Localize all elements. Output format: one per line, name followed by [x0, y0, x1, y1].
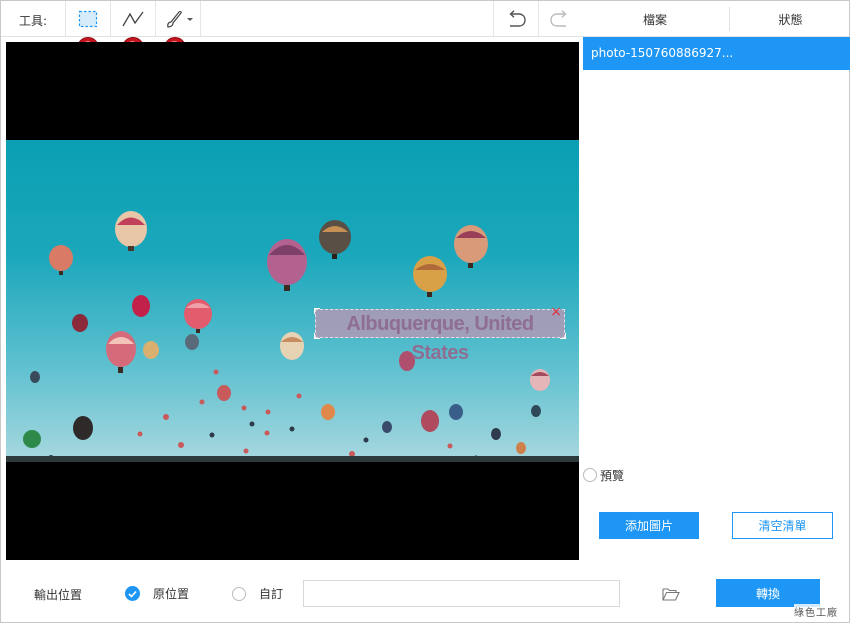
image-canvas[interactable]: Albuquerque, United States × — [6, 42, 579, 560]
output-path-input[interactable] — [303, 580, 620, 607]
redo-icon — [550, 10, 567, 27]
polyline-tool[interactable] — [110, 1, 155, 37]
tab-files[interactable]: 檔案 — [581, 1, 729, 37]
output-bar: 輸出位置 原位置 自訂 轉換 — [1, 566, 850, 623]
chevron-down-icon — [187, 18, 193, 21]
file-list: photo-150760886927... — [583, 37, 850, 457]
brush-icon — [167, 10, 193, 28]
browse-folder-button[interactable] — [660, 583, 682, 603]
custom-radio[interactable] — [232, 586, 246, 601]
option-original-label: 原位置 — [153, 587, 190, 601]
option-custom-location[interactable]: 自訂 — [232, 585, 283, 602]
rectangle-select-tool[interactable] — [65, 1, 110, 37]
option-custom-label: 自訂 — [259, 587, 284, 601]
resize-handle[interactable] — [314, 308, 320, 314]
undo-icon — [509, 10, 526, 27]
panel-tabs: 檔案 狀態 — [581, 1, 850, 37]
toolbar: 工具: — [1, 1, 581, 37]
watermark-text: Albuquerque, United States — [346, 313, 534, 364]
preview-label: 預覽 — [600, 468, 625, 483]
watermark-text-box[interactable]: Albuquerque, United States × — [314, 305, 566, 364]
tools-label: 工具: — [19, 14, 48, 28]
preview-toggle[interactable]: 預覽 — [583, 466, 624, 484]
brush-tool[interactable] — [155, 1, 201, 37]
convert-button[interactable]: 轉換 — [716, 579, 820, 607]
polyline-icon — [122, 11, 144, 27]
balloon — [115, 211, 147, 251]
resize-handle[interactable] — [314, 333, 320, 339]
checked-radio-icon[interactable] — [125, 586, 140, 601]
app-window: 工具: 檔案 狀態 Albuquerque, United States × p… — [0, 0, 850, 623]
clear-list-button[interactable]: 清空清單 — [732, 512, 833, 539]
tab-status[interactable]: 狀態 — [729, 7, 850, 31]
close-icon[interactable]: × — [550, 305, 562, 319]
site-watermark-logo: 綠色工廠 — [794, 604, 838, 619]
output-location-label: 輸出位置 — [34, 588, 83, 602]
undo-button[interactable] — [493, 1, 538, 37]
folder-icon — [662, 587, 680, 601]
photo-preview: Albuquerque, United States × — [6, 140, 579, 462]
preview-radio[interactable] — [583, 468, 597, 482]
file-list-item[interactable]: photo-150760886927... — [583, 37, 850, 70]
redo-button[interactable] — [538, 1, 581, 37]
add-image-button[interactable]: 添加圖片 — [599, 512, 699, 539]
dashed-rect-icon — [78, 10, 98, 28]
balloons-illustration — [6, 211, 579, 462]
option-original-location[interactable]: 原位置 — [125, 585, 189, 602]
resize-handle[interactable] — [560, 333, 566, 339]
